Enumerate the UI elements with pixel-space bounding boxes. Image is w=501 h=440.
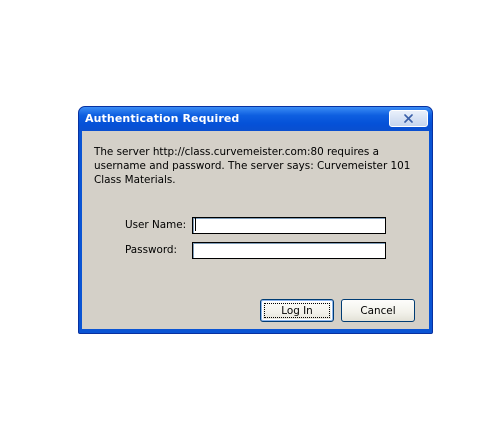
- password-label: Password:: [125, 244, 178, 256]
- username-input[interactable]: [192, 217, 386, 234]
- cancel-label: Cancel: [360, 304, 396, 317]
- server-message: The server http://class.curvemeister.com…: [94, 146, 411, 186]
- dialog-titlebar[interactable]: Authentication Required: [79, 107, 432, 131]
- authentication-dialog: Authentication Required The server http:…: [78, 106, 433, 334]
- log-in-label: Log In: [281, 304, 313, 317]
- log-in-button[interactable]: Log In: [260, 299, 334, 322]
- dialog-title: Authentication Required: [85, 112, 240, 125]
- dialog-body: The server http://class.curvemeister.com…: [82, 131, 429, 329]
- username-label: User Name:: [125, 219, 187, 231]
- password-input[interactable]: [192, 242, 386, 259]
- text-caret: [195, 218, 196, 231]
- close-button[interactable]: [389, 110, 428, 127]
- cancel-button[interactable]: Cancel: [341, 299, 415, 322]
- close-icon: [404, 114, 413, 123]
